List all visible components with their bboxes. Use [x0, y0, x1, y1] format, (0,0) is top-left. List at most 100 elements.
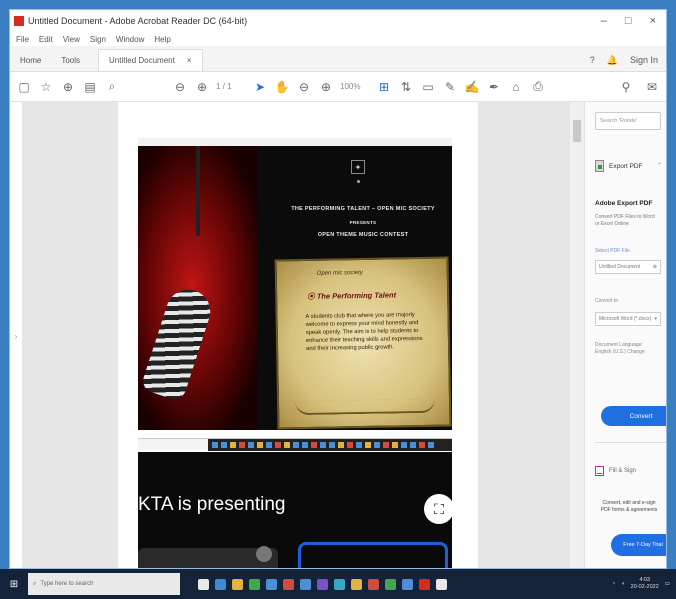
taskbar-app-icon[interactable] — [283, 578, 294, 590]
comment-icon[interactable]: ▭ — [420, 79, 436, 95]
highlight-icon[interactable]: ✎ — [442, 79, 458, 95]
panel-divider — [595, 442, 666, 443]
page-indicator[interactable]: 1 / 1 — [216, 82, 246, 91]
free-trial-button[interactable]: Free 7-Day Trial — [611, 534, 666, 556]
page-up-icon[interactable]: ⊖ — [172, 79, 188, 95]
windows-start-icon[interactable]: ⊞ — [0, 569, 28, 599]
parchment-body: A students club that where you are major… — [305, 312, 423, 352]
stamp-icon[interactable]: ⌂ — [508, 79, 524, 95]
tab-home[interactable]: Home — [10, 49, 51, 71]
convert-button[interactable]: Convert — [601, 406, 666, 426]
select-cursor-icon[interactable]: ➤ — [252, 79, 268, 95]
zoom-level[interactable]: 100% — [340, 82, 370, 91]
volume-icon[interactable]: ◖ — [621, 581, 624, 587]
close-icon[interactable]: × — [650, 15, 656, 27]
scrollbar-thumb[interactable] — [573, 120, 581, 142]
menu-edit[interactable]: Edit — [39, 35, 53, 44]
minimize-icon[interactable]: – — [601, 15, 607, 27]
tab-close-icon[interactable]: × — [187, 56, 192, 65]
draw-icon[interactable]: ✍ — [464, 79, 480, 95]
taskbar-app-icon[interactable] — [334, 578, 345, 590]
screenshot-poster: ✦ THE PERFORMING TALENT – OPEN MIC SOCIE… — [138, 138, 452, 430]
fit-page-icon[interactable]: ⊞ — [376, 79, 392, 95]
taskbar-app-icon[interactable] — [317, 578, 328, 590]
collapse-chevron-icon[interactable]: ⌃ — [657, 162, 662, 169]
menu-help[interactable]: Help — [154, 35, 170, 44]
taskbar-app-icon[interactable] — [266, 578, 277, 590]
network-icon[interactable]: ◔ — [612, 581, 615, 587]
clock-time: 4:03 — [639, 577, 651, 583]
tools-pane: Search 'Rotate' Export PDF ⌃ Adobe Expor… — [584, 102, 666, 568]
share-icon[interactable]: ⎙ — [530, 79, 546, 95]
tab-document[interactable]: Untitled Document × — [98, 49, 203, 71]
taskbar-search[interactable]: ⌕ Type here to search — [28, 573, 180, 595]
acrobat-logo-icon — [14, 16, 24, 26]
chevron-down-icon: ▾ — [654, 316, 657, 322]
taskbar-app-icon[interactable] — [198, 578, 209, 590]
convert-to-select[interactable]: Microsoft Word (*.docx) ▾ — [595, 312, 661, 326]
upload-icon[interactable]: ⊕ — [60, 79, 76, 95]
zoom-out-icon[interactable]: ⊖ — [296, 79, 312, 95]
acrobat-window: Untitled Document - Adobe Acrobat Reader… — [9, 9, 667, 569]
taskbar-app-icon[interactable] — [419, 578, 430, 590]
fill-sign-icon — [595, 466, 604, 476]
taskbar-app-icon[interactable] — [300, 578, 311, 590]
sign-in-link[interactable]: Sign In — [630, 55, 658, 65]
clock[interactable]: 4:03 20-02-2022 — [631, 577, 659, 591]
hand-icon[interactable]: ✋ — [274, 79, 290, 95]
help-icon[interactable]: ? — [590, 55, 595, 65]
maximize-icon[interactable]: □ — [625, 15, 632, 27]
print-icon[interactable]: ▤ — [82, 79, 98, 95]
document-language[interactable]: Document Language: English (U.S.) Change — [595, 342, 659, 356]
left-panel-toggle-icon[interactable]: › — [10, 102, 22, 568]
share-link-icon[interactable]: ⚲ — [618, 79, 634, 95]
society-name-text: The Performing Talent — [316, 290, 397, 301]
fill-sign-label: Fill & Sign — [609, 468, 637, 474]
parchment-intro: Open mic society — [316, 269, 363, 277]
search-icon: ⌕ — [33, 580, 37, 587]
notifications-icon[interactable]: 🔔 — [607, 55, 618, 66]
taskbar-app-icon[interactable] — [249, 578, 260, 590]
taskbar-app-icon[interactable] — [351, 578, 362, 590]
menu-sign[interactable]: Sign — [90, 35, 106, 44]
poster-heading-1: THE PERFORMING TALENT – OPEN MIC SOCIETY — [291, 206, 435, 212]
divider-dot — [357, 180, 360, 183]
document-area[interactable]: › ✦ THE PERFORMING TALENT – OPEN MIC SOC… — [10, 102, 570, 568]
export-pdf-tool[interactable]: Export PDF — [595, 160, 643, 172]
search-icon[interactable]: ⌕ — [104, 79, 120, 95]
tab-bar: Home Tools Untitled Document × ? 🔔 Sign … — [10, 46, 666, 72]
society-logo-icon: ✦ — [351, 160, 365, 174]
taskbar-app-icon[interactable] — [436, 578, 447, 590]
fill-sign-tool[interactable]: Fill & Sign — [595, 466, 636, 476]
select-pdf-field[interactable]: Untitled Document ⊗ — [595, 260, 661, 274]
zoom-in-icon[interactable]: ⊕ — [318, 79, 334, 95]
scroll-mode-icon[interactable]: ⇅ — [398, 79, 414, 95]
poster-heading-3: OPEN THEME MUSIC CONTEST — [317, 232, 409, 238]
taskbar-app-icon[interactable] — [368, 578, 379, 590]
window-controls: – □ × — [601, 15, 666, 27]
parchment-flourish — [295, 398, 436, 416]
menu-window[interactable]: Window — [116, 35, 144, 44]
menu-view[interactable]: View — [63, 35, 80, 44]
notifications-icon[interactable]: ▭ — [665, 581, 670, 587]
taskbar-app-icon[interactable] — [232, 578, 243, 590]
email-icon[interactable]: ✉ — [644, 79, 660, 95]
parchment-scroll: Open mic society ⦿ The Performing Talent… — [274, 256, 452, 430]
screenshot-meeting: KTA is presenting ⛶ — [138, 452, 452, 568]
bookmark-icon[interactable]: ☆ — [38, 79, 54, 95]
menu-file[interactable]: File — [16, 35, 29, 44]
create-icon[interactable]: ▢ — [16, 79, 32, 95]
tools-search-input[interactable]: Search 'Rotate' — [595, 112, 661, 130]
poster-window-bar — [138, 138, 452, 146]
sign-icon[interactable]: ✒ — [486, 79, 502, 95]
clear-icon[interactable]: ⊗ — [653, 264, 657, 270]
microphone-cable — [196, 146, 200, 236]
export-pdf-icon — [595, 160, 604, 172]
export-heading: Adobe Export PDF — [595, 200, 653, 207]
taskbar-app-icon[interactable] — [215, 578, 226, 590]
taskbar-app-icon[interactable] — [402, 578, 413, 590]
taskbar-app-icon[interactable] — [385, 578, 396, 590]
page-down-icon[interactable]: ⊕ — [194, 79, 210, 95]
tab-tools[interactable]: Tools — [51, 49, 90, 71]
vertical-scrollbar[interactable] — [570, 102, 584, 568]
